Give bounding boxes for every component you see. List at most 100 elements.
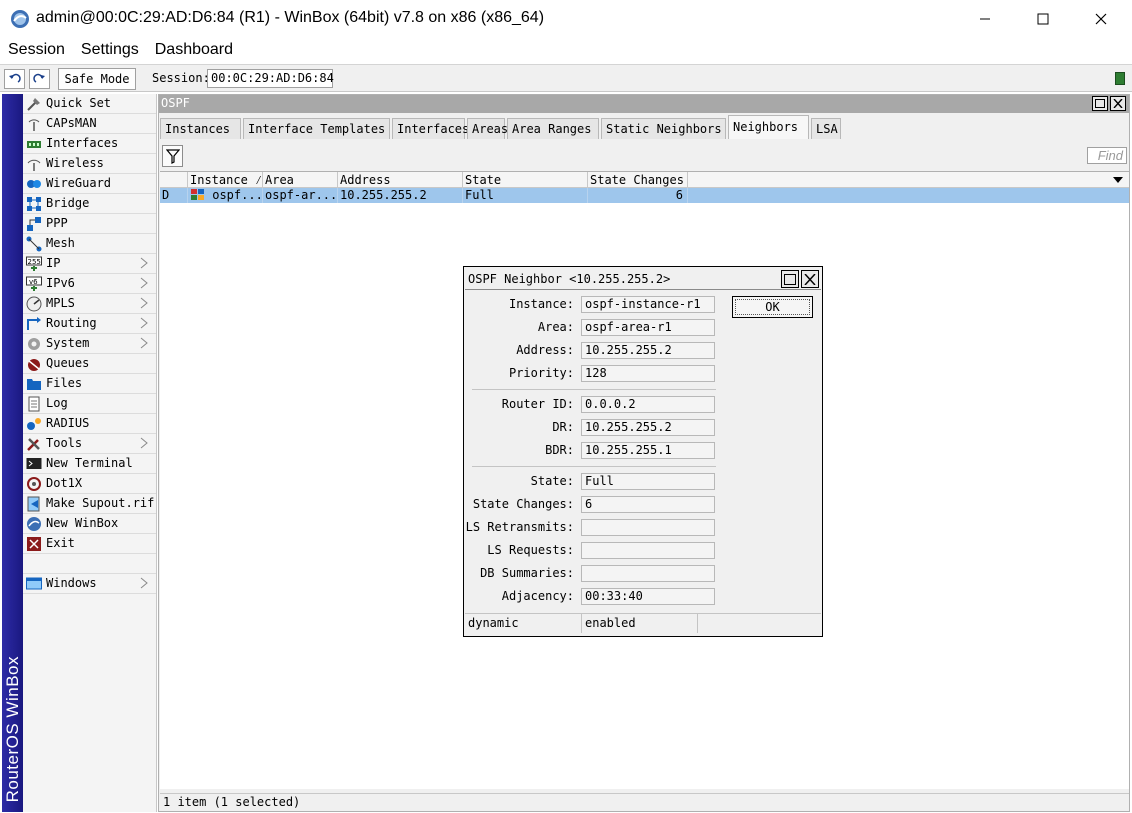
undo-button[interactable]	[4, 69, 25, 89]
mpls-icon	[26, 296, 42, 312]
sidebar-item-exit[interactable]: Exit	[23, 534, 156, 554]
tab-neighbors[interactable]: Neighbors	[728, 115, 809, 139]
submenu-arrow-icon	[140, 317, 148, 329]
quick-set-icon	[27, 98, 40, 111]
minimize-icon	[980, 18, 990, 20]
radius-icon	[27, 418, 41, 430]
capsman-icon	[28, 119, 40, 131]
sidebar-item-windows[interactable]: Windows	[23, 574, 156, 594]
sidebar-item-new-terminal[interactable]: New Terminal	[23, 454, 156, 474]
sidebar-item-new-winbox[interactable]: New WinBox	[23, 514, 156, 534]
sidebar-item-bridge[interactable]: Bridge	[23, 194, 156, 214]
ospf-close-button[interactable]	[1110, 96, 1126, 111]
tab-interfaces[interactable]: Interfaces	[392, 118, 469, 139]
sidebar-item-interfaces[interactable]: Interfaces	[23, 134, 156, 154]
sidebar-item-log[interactable]: Log	[23, 394, 156, 414]
sidebar-item-capsman[interactable]: CAPsMAN	[23, 114, 156, 134]
redo-button[interactable]	[29, 69, 50, 89]
ls-retransmits-field[interactable]	[581, 519, 715, 536]
sidebar-item-routing[interactable]: Routing	[23, 314, 156, 334]
dialog-status-bar: dynamic enabled	[465, 613, 821, 633]
find-input[interactable]: Find	[1087, 147, 1127, 164]
sidebar-item-label: PPP	[46, 216, 68, 230]
interfaces-icon	[27, 141, 41, 148]
connection-status-indicator	[1115, 72, 1125, 85]
area-field[interactable]: ospf-area-r1	[581, 319, 715, 336]
instance-label: Instance:	[508, 297, 574, 311]
safe-mode-button[interactable]: Safe Mode	[58, 68, 136, 90]
col-instance[interactable]: Instance ⁄	[188, 172, 263, 188]
sidebar-item-queues[interactable]: Queues	[23, 354, 156, 374]
tab-static-neighbors[interactable]: Static Neighbors	[601, 118, 726, 139]
priority-field[interactable]: 128	[581, 365, 715, 382]
tab-area-ranges[interactable]: Area Ranges	[507, 118, 599, 139]
maximize-button[interactable]	[1014, 0, 1072, 38]
col-state[interactable]: State	[463, 172, 588, 188]
col-address[interactable]: Address	[338, 172, 463, 188]
tab-areas[interactable]: Areas	[467, 118, 508, 139]
ls-requests-field[interactable]	[581, 542, 715, 559]
winbox-icon	[27, 517, 41, 531]
sort-ascending-icon: ⁄	[255, 173, 263, 187]
sidebar-item-label: CAPsMAN	[46, 116, 97, 130]
table-row[interactable]: D ospf... ospf-ar... 10.255.255.2 Full 6	[160, 188, 1129, 203]
sidebar-item-radius[interactable]: RADIUS	[23, 414, 156, 434]
close-button[interactable]	[1072, 0, 1130, 38]
menu-bar: Session Settings Dashboard	[0, 38, 1132, 64]
sidebar-item-label: Wireless	[46, 156, 104, 170]
ospf-instance-icon	[191, 189, 204, 200]
state-field[interactable]: Full	[581, 473, 715, 490]
dialog-status-extra	[698, 614, 818, 633]
sidebar-item-ip[interactable]: 255 IP	[23, 254, 156, 274]
sidebar-item-label: Dot1X	[46, 476, 83, 490]
brand-strip: RouterOS WinBox	[2, 94, 23, 812]
sidebar-item-ipv6[interactable]: v6 IPv6	[23, 274, 156, 294]
menu-settings[interactable]: Settings	[73, 38, 147, 64]
close-icon	[1113, 99, 1123, 108]
db-summaries-field[interactable]	[581, 565, 715, 582]
sidebar-item-system[interactable]: System	[23, 334, 156, 354]
column-menu-icon[interactable]	[1112, 174, 1124, 186]
sidebar-item-dot1x[interactable]: Dot1X	[23, 474, 156, 494]
sidebar-item-wireguard[interactable]: WireGuard	[23, 174, 156, 194]
dr-field[interactable]: 10.255.255.2	[581, 419, 715, 436]
router-id-field[interactable]: 0.0.0.2	[581, 396, 715, 413]
adjacency-field[interactable]: 00:33:40	[581, 588, 715, 605]
row-state-changes: 6	[588, 188, 688, 203]
sidebar-spacer	[23, 554, 156, 574]
tab-instances[interactable]: Instances	[160, 118, 241, 139]
sidebar-item-quick-set[interactable]: Quick Set	[23, 94, 156, 114]
sidebar-item-tools[interactable]: Tools	[23, 434, 156, 454]
sidebar-item-label: IPv6	[46, 276, 75, 290]
status-bar: 1 item (1 selected)	[160, 793, 1129, 811]
bdr-field[interactable]: 10.255.255.1	[581, 442, 715, 459]
instance-field[interactable]: ospf-instance-r1	[581, 296, 715, 313]
ospf-maximize-button[interactable]	[1092, 96, 1108, 111]
sidebar-item-mpls[interactable]: MPLS	[23, 294, 156, 314]
system-icon	[28, 338, 40, 350]
submenu-arrow-icon	[140, 277, 148, 289]
routing-icon	[27, 317, 41, 330]
menu-dashboard[interactable]: Dashboard	[147, 38, 241, 64]
col-state-changes[interactable]: State Changes	[588, 172, 688, 188]
sidebar-item-files[interactable]: Files	[23, 374, 156, 394]
row-instance-text: ospf...	[212, 188, 263, 202]
ip-icon: 255	[26, 256, 42, 271]
sidebar-item-mesh[interactable]: Mesh	[23, 234, 156, 254]
menu-session[interactable]: Session	[0, 38, 73, 64]
col-area[interactable]: Area	[263, 172, 338, 188]
tab-interface-templates[interactable]: Interface Templates	[243, 118, 390, 139]
state-changes-field[interactable]: 6	[581, 496, 715, 513]
filter-button[interactable]	[162, 145, 183, 167]
db-summaries-label: DB Summaries:	[480, 566, 574, 580]
session-field[interactable]: 00:0C:29:AD:D6:84	[207, 69, 334, 88]
tab-lsa[interactable]: LSA	[811, 118, 841, 139]
row-address: 10.255.255.2	[338, 188, 463, 203]
minimize-button[interactable]	[956, 0, 1014, 38]
sidebar-item-wireless[interactable]: Wireless	[23, 154, 156, 174]
address-field[interactable]: 10.255.255.2	[581, 342, 715, 359]
tools-icon	[27, 438, 40, 451]
sidebar-item-make-supout-rif[interactable]: Make Supout.rif	[23, 494, 156, 514]
winbox-app-icon	[11, 10, 29, 28]
sidebar-item-ppp[interactable]: PPP	[23, 214, 156, 234]
